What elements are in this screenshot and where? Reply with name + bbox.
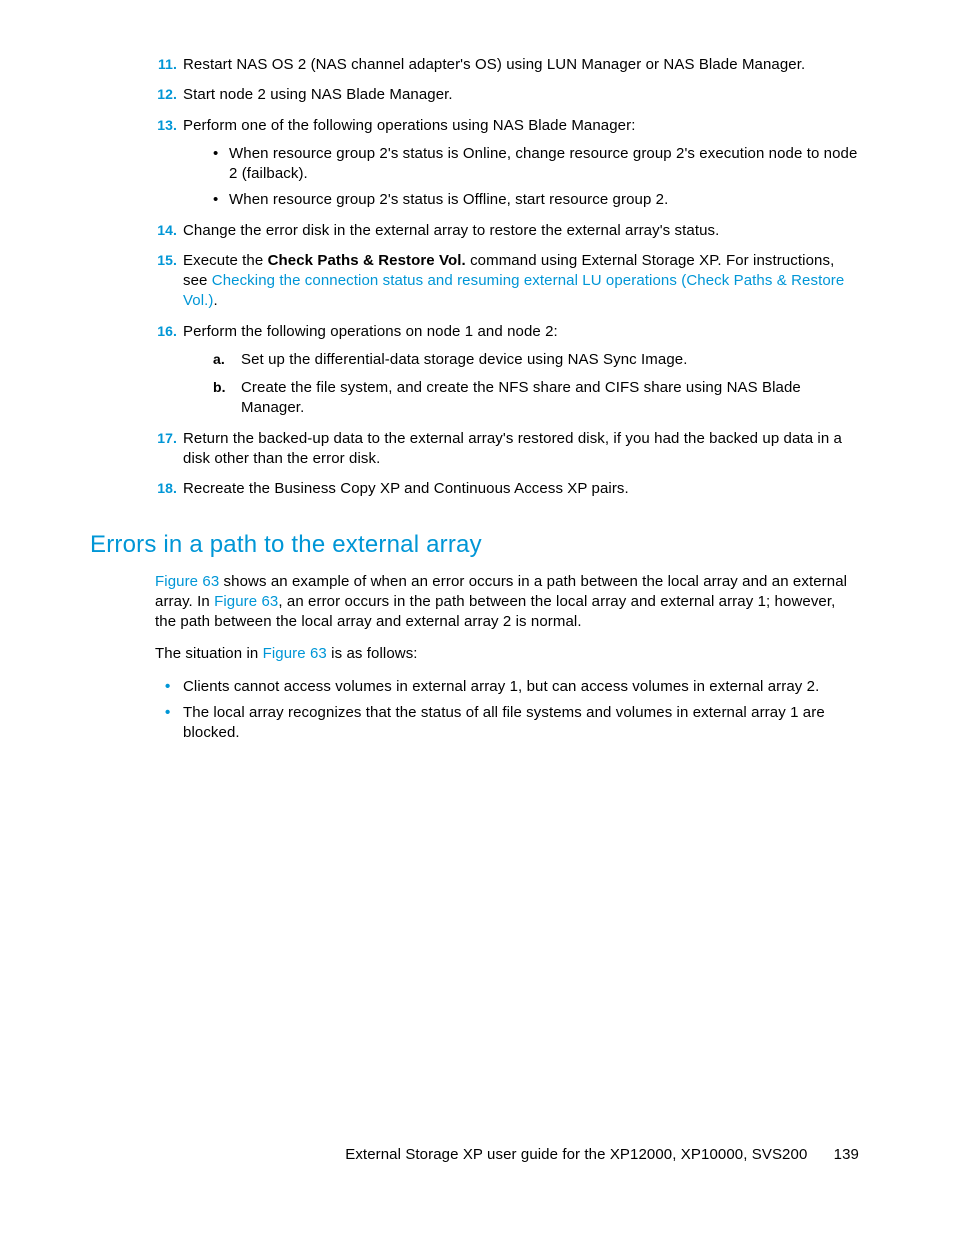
step-13: 13. Perform one of the following operati…: [155, 116, 859, 211]
instruction-list: 11. Restart NAS OS 2 (NAS channel adapte…: [155, 55, 859, 499]
step-text: Restart NAS OS 2 (NAS channel adapter's …: [183, 56, 805, 73]
text: The situation in: [155, 645, 263, 662]
alpha-label: b.: [213, 378, 226, 397]
figure-link[interactable]: Figure 63: [214, 593, 278, 610]
page-footer: External Storage XP user guide for the X…: [345, 1145, 859, 1165]
step-text: Start node 2 using NAS Blade Manager.: [183, 86, 453, 103]
bold-text: Check Paths & Restore Vol.: [268, 252, 466, 269]
step-16: 16. Perform the following operations on …: [155, 322, 859, 419]
footer-title: External Storage XP user guide for the X…: [345, 1146, 807, 1163]
step-number: 17.: [151, 429, 177, 448]
cross-ref-link[interactable]: Checking the connection status and resum…: [183, 272, 844, 309]
figure-link[interactable]: Figure 63: [155, 573, 219, 590]
sub-bullet: When resource group 2's status is Online…: [213, 144, 859, 185]
page-number: 139: [834, 1145, 859, 1165]
alpha-item: b. Create the file system, and create th…: [213, 378, 859, 419]
step-number: 13.: [151, 116, 177, 135]
sub-bullet: When resource group 2's status is Offlin…: [213, 190, 859, 210]
step-number: 11.: [151, 55, 177, 74]
step-number: 16.: [151, 322, 177, 341]
step-18: 18. Recreate the Business Copy XP and Co…: [155, 479, 859, 499]
step-number: 12.: [151, 85, 177, 104]
step-text: Perform the following operations on node…: [183, 323, 558, 340]
step-text: Return the backed-up data to the externa…: [183, 430, 842, 467]
paragraph-1: Figure 63 shows an example of when an er…: [155, 572, 859, 633]
body-bullet-list: Clients cannot access volumes in externa…: [165, 677, 859, 744]
page: 11. Restart NAS OS 2 (NAS channel adapte…: [0, 0, 954, 1235]
alpha-item: a. Set up the differential-data storage …: [213, 350, 859, 370]
step-17: 17. Return the backed-up data to the ext…: [155, 429, 859, 470]
text-pre: Execute the: [183, 252, 268, 269]
step-number: 14.: [151, 221, 177, 240]
content-area: 11. Restart NAS OS 2 (NAS channel adapte…: [90, 55, 859, 743]
body-bullet: The local array recognizes that the stat…: [165, 703, 859, 744]
step-text: Execute the Check Paths & Restore Vol. c…: [183, 252, 844, 310]
step-text: Change the error disk in the external ar…: [183, 222, 719, 239]
step-text: Perform one of the following operations …: [183, 117, 636, 134]
step-15: 15. Execute the Check Paths & Restore Vo…: [155, 251, 859, 312]
step-number: 18.: [151, 479, 177, 498]
paragraph-2: The situation in Figure 63 is as follows…: [155, 644, 859, 664]
text: is as follows:: [327, 645, 418, 662]
sub-alpha-list: a. Set up the differential-data storage …: [213, 350, 859, 419]
alpha-text: Create the file system, and create the N…: [241, 379, 801, 416]
step-11: 11. Restart NAS OS 2 (NAS channel adapte…: [155, 55, 859, 75]
alpha-label: a.: [213, 350, 225, 369]
figure-link[interactable]: Figure 63: [263, 645, 327, 662]
step-text: Recreate the Business Copy XP and Contin…: [183, 480, 629, 497]
section-heading: Errors in a path to the external array: [90, 529, 859, 561]
body-bullet: Clients cannot access volumes in externa…: [165, 677, 859, 697]
step-number: 15.: [151, 251, 177, 270]
alpha-text: Set up the differential-data storage dev…: [241, 351, 687, 368]
step-14: 14. Change the error disk in the externa…: [155, 221, 859, 241]
step-12: 12. Start node 2 using NAS Blade Manager…: [155, 85, 859, 105]
text-after: .: [214, 292, 218, 309]
sub-bullets: When resource group 2's status is Online…: [213, 144, 859, 211]
